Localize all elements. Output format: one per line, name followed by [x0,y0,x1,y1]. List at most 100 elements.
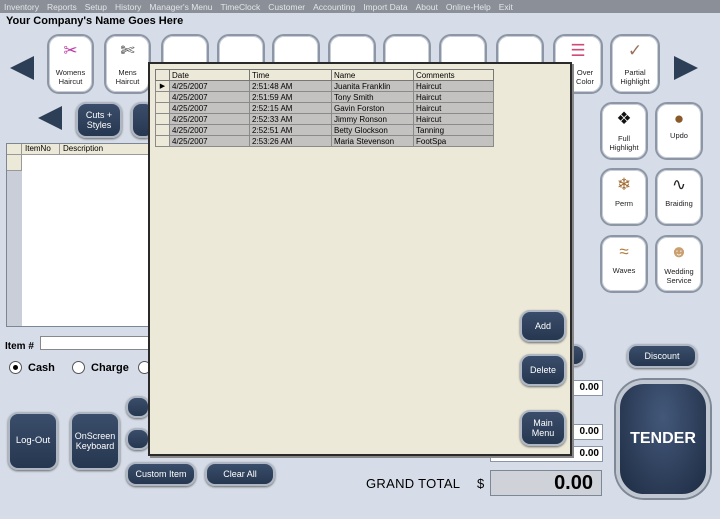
scroll-left-arrow-icon[interactable] [10,56,34,80]
menu-item-inventory[interactable]: Inventory [4,2,39,12]
radio-dot[interactable] [9,361,22,374]
cell-time[interactable]: 2:51:48 AM [249,80,332,92]
cell-name[interactable]: Gavin Forston [331,102,414,114]
table-row[interactable]: 4/25/2007 2:52:51 AM Betty Glockson Tanning [155,124,494,136]
table-row[interactable]: 4/25/2007 2:53:26 AM Maria Stevenson FootSp… [155,135,494,147]
cell-date[interactable]: 4/25/2007 [169,80,250,92]
cell-date[interactable]: 4/25/2007 [169,102,250,114]
appointments-popup: Date Time Name Comments ▶ 4/25/2007 2:51:4… [148,62,572,456]
menu-item-about[interactable]: About [416,2,438,12]
column-header-comments: Comments [413,69,494,81]
company-name: Your Company's Name Goes Here [6,15,184,27]
color-swatch-icon: ☰ [570,41,586,60]
row-selector[interactable] [155,113,170,125]
radio-dot[interactable] [72,361,85,374]
radio-charge[interactable]: Charge [72,361,129,374]
category-left-arrow-icon[interactable] [38,106,62,130]
tile-womens-haircut[interactable]: ✂ Womens Haircut [47,34,94,94]
cell-date[interactable]: 4/25/2007 [169,113,250,125]
cell-date[interactable]: 4/25/2007 [169,91,250,103]
onscreen-keyboard-button[interactable]: OnScreen Keyboard [70,412,120,470]
cell-time[interactable]: 2:52:33 AM [249,113,332,125]
table-row[interactable]: ▶ 4/25/2007 2:51:48 AM Juanita Franklin Hair… [155,80,494,92]
cell-name[interactable]: Tony Smith [331,91,414,103]
menu-item-reports[interactable]: Reports [47,2,77,12]
radio-cash[interactable]: Cash [9,361,55,374]
column-header-description: Description [60,144,157,155]
cell-name[interactable]: Maria Stevenson [331,135,414,147]
cell-date[interactable]: 4/25/2007 [169,124,250,136]
radio-cash-label: Cash [28,361,55,374]
menu-item-online-help[interactable]: Online-Help [446,2,491,12]
cell-time[interactable]: 2:53:26 AM [249,135,332,147]
category-cuts-styles-button[interactable]: Cuts + Styles [76,102,122,138]
row-selector[interactable] [155,124,170,136]
menu-item-history[interactable]: History [115,2,141,12]
table-row[interactable]: 4/25/2007 2:52:33 AM Jimmy Ronson Haircut [155,113,494,125]
discount-label: Discount [644,351,680,361]
item-grid[interactable]: ItemNo Description [6,143,157,327]
tile-perm[interactable]: ❄ Perm [600,168,648,226]
custom-item-button[interactable]: Custom Item [126,462,196,486]
discount-button[interactable]: Discount [627,344,697,368]
cell-name[interactable]: Juanita Franklin [331,80,414,92]
table-row[interactable]: 4/25/2007 2:52:15 AM Gavin Forston Haircut [155,102,494,114]
menu-item-customer[interactable]: Customer [268,2,305,12]
scissors-comb-icon: ✂ [63,41,78,60]
clear-all-button[interactable]: Clear All [205,462,275,486]
main-menu-button[interactable]: Main Menu [520,410,566,446]
scroll-right-arrow-icon[interactable] [674,56,698,80]
cell-comments[interactable]: FootSpa [413,135,494,147]
column-header-itemno: ItemNo [22,144,60,155]
row-selector[interactable] [7,155,22,171]
cell-name[interactable]: Jimmy Ronson [331,113,414,125]
tile-mens-haircut[interactable]: ✄ Mens Haircut [104,34,151,94]
tile-label: Partial Highlight [620,68,650,86]
row-selector[interactable] [155,91,170,103]
current-row-arrow-icon[interactable]: ▶ [155,80,170,92]
appointments-grid[interactable]: Date Time Name Comments ▶ 4/25/2007 2:51:4… [155,69,494,147]
logout-button[interactable]: Log-Out [8,412,58,470]
delete-label: Delete [529,365,556,375]
cell-comments[interactable]: Haircut [413,91,494,103]
cell-name[interactable]: Betty Glockson [331,124,414,136]
menu-item-manager-s-menu[interactable]: Manager's Menu [149,2,212,12]
tile-label: Mens Haircut [115,68,140,86]
cell-comments[interactable]: Haircut [413,102,494,114]
category-label: Cuts + Styles [85,110,113,130]
item-number-input[interactable] [40,336,150,350]
cell-comments[interactable]: Haircut [413,80,494,92]
perm-icon: ❄ [616,175,632,194]
cell-comments[interactable]: Haircut [413,113,494,125]
main-menu-label: Main Menu [531,418,555,438]
row-selector[interactable] [155,135,170,147]
partial-button-2[interactable] [126,428,150,450]
partial-button-1[interactable] [126,396,150,418]
cell-time[interactable]: 2:52:51 AM [249,124,332,136]
tile-wedding-service[interactable]: ☻ Wedding Service [655,235,703,293]
menu-item-exit[interactable]: Exit [499,2,513,12]
cell-comments[interactable]: Tanning [413,124,494,136]
menu-item-timeclock[interactable]: TimeClock [220,2,260,12]
item-number-label: Item # [5,341,34,352]
table-row[interactable]: 4/25/2007 2:51:59 AM Tony Smith Haircut [155,91,494,103]
menu-item-import-data[interactable]: Import Data [363,2,407,12]
tile-label: Perm [615,198,633,208]
tender-button[interactable]: TENDER [616,380,710,498]
menu-item-setup[interactable]: Setup [85,2,107,12]
row-selector[interactable] [155,102,170,114]
scissors-icon: ✄ [120,41,135,60]
add-button[interactable]: Add [520,310,566,342]
delete-button[interactable]: Delete [520,354,566,386]
tile-waves[interactable]: ≈ Waves [600,235,648,293]
tile-full-highlight[interactable]: ❖ Full Highlight [600,102,648,160]
tile-braiding[interactable]: ∿ Braiding [655,168,703,226]
cell-time[interactable]: 2:52:15 AM [249,102,332,114]
cell-date[interactable]: 4/25/2007 [169,135,250,147]
cell-time[interactable]: 2:51:59 AM [249,91,332,103]
menu-item-accounting[interactable]: Accounting [313,2,355,12]
tile-label: Waves [612,265,636,275]
tile-updo[interactable]: ● Updo [655,102,703,160]
tile-partial-highlight[interactable]: ✓ Partial Highlight [610,34,660,94]
waves-icon: ≈ [619,242,629,261]
